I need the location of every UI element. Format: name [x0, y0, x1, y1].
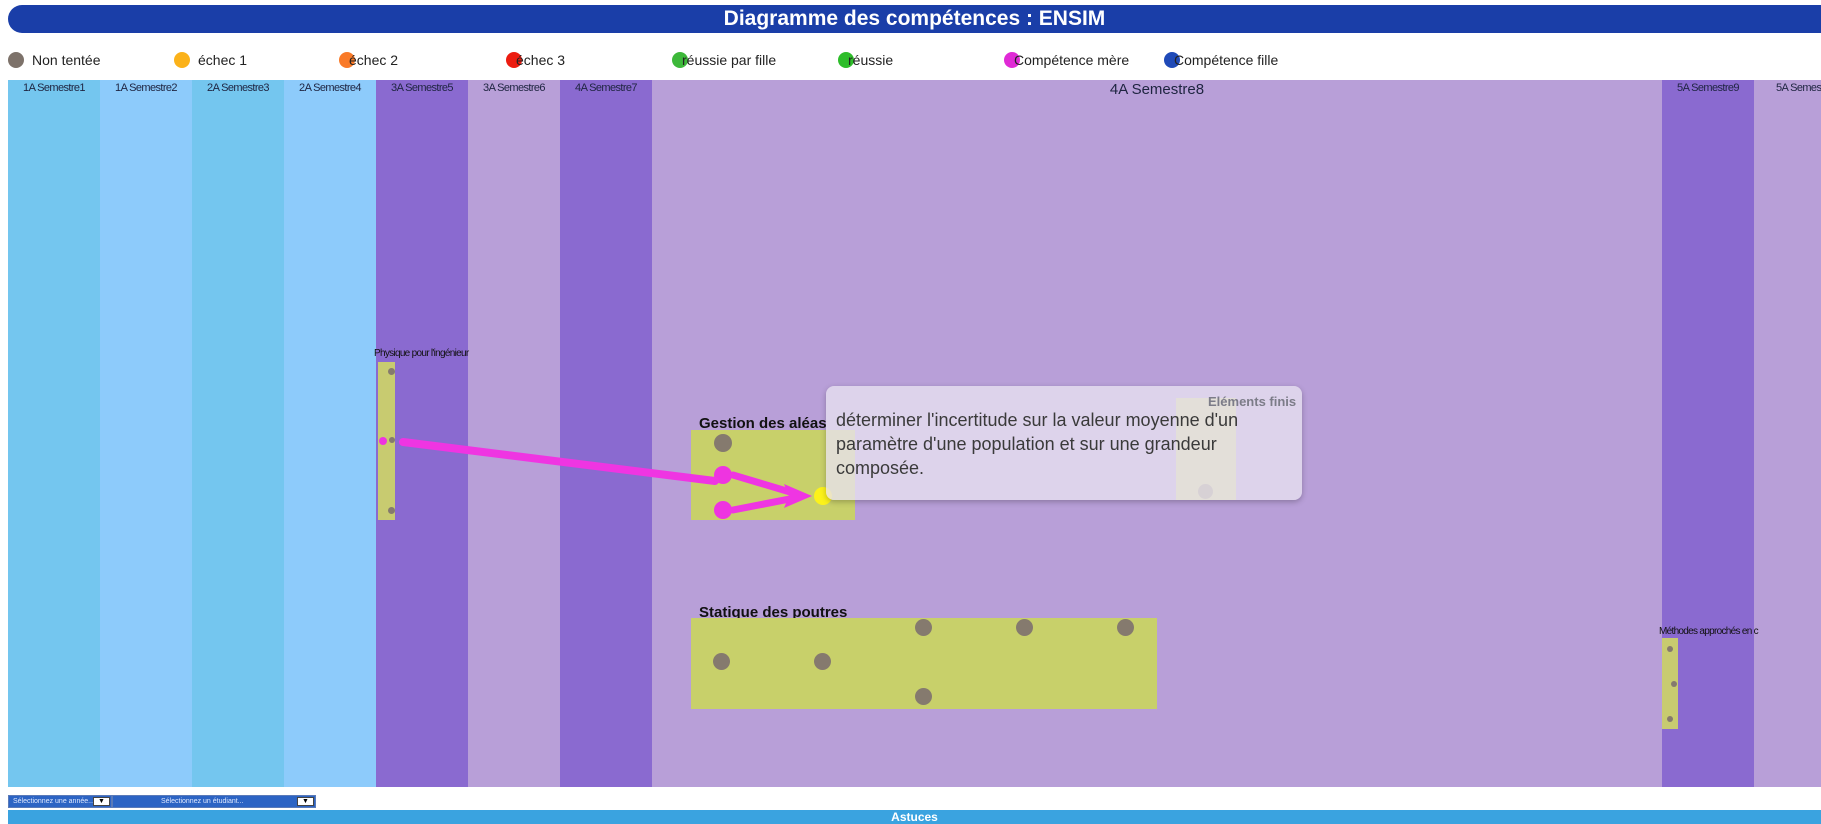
competence-node[interactable] [915, 619, 932, 636]
student-select-label: Sélectionnez un étudiant... [161, 798, 244, 805]
filter-controls: Sélectionnez une année... ▼ Sélectionnez… [8, 795, 316, 808]
competence-node[interactable] [1016, 619, 1033, 636]
competence-node[interactable] [1667, 646, 1673, 652]
tooltip-text: déterminer l'incertitude sur la valeur m… [836, 410, 1239, 478]
competence-title-elements-finis: Eléments finis [1208, 394, 1297, 409]
dependency-arrow-line [399, 438, 719, 485]
chevron-down-icon[interactable]: ▼ [297, 797, 314, 806]
competence-node[interactable] [915, 688, 932, 705]
year-select-label: Sélectionnez une année... [13, 798, 94, 805]
competence-node[interactable] [1671, 681, 1677, 687]
year-select[interactable]: Sélectionnez une année... ▼ [8, 795, 112, 808]
student-select[interactable]: Sélectionnez un étudiant... ▼ [112, 795, 316, 808]
astuces-bar[interactable]: Astuces [8, 810, 1821, 824]
competence-node[interactable] [1117, 619, 1134, 636]
chevron-down-icon[interactable]: ▼ [93, 797, 110, 806]
competence-node[interactable] [814, 653, 831, 670]
competence-title-methodes-approches: Méthodes approchés en c [1659, 626, 1759, 637]
competence-node[interactable] [1667, 716, 1673, 722]
competence-node[interactable] [713, 653, 730, 670]
